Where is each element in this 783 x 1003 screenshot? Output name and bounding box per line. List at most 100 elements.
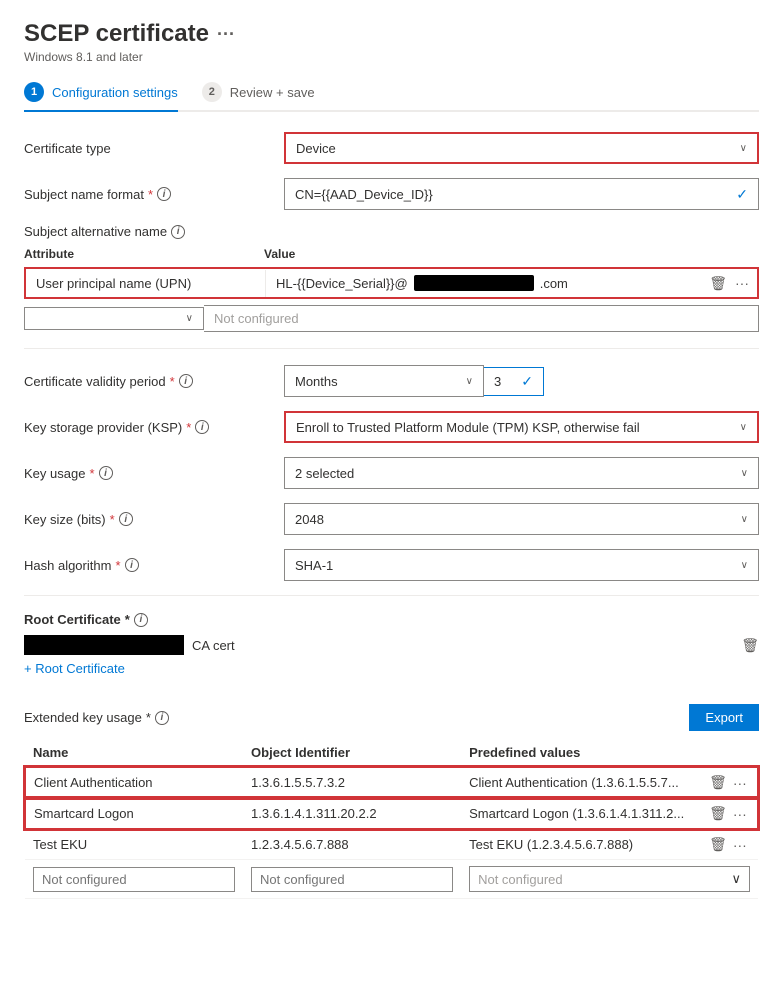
subject-name-format-dropdown[interactable]: CN={{AAD_Device_ID}} ✓ [284,178,759,210]
ksp-required: * [186,420,191,435]
eku-cell-oid: 1.3.6.1.4.1.311.20.2.2 [243,798,461,829]
eku-col-actions-header [701,739,758,767]
key-usage-row: Key usage * i 2 selected ∨ [24,457,759,489]
san-add-chevron-icon: ∨ [186,313,193,324]
certificate-type-control: Device ∨ [284,132,759,164]
hash-info-icon[interactable]: i [125,558,139,572]
key-size-control: 2048 ∨ [284,503,759,535]
eku-info-icon[interactable]: i [155,711,169,725]
validity-period-row: Certificate validity period * i Months ∨… [24,365,759,397]
root-cert-redacted [24,635,184,655]
eku-more-icon[interactable]: ··· [733,837,747,853]
eku-header-row: Extended key usage * i Export [24,704,759,731]
page-title: SCEP certificate [24,20,209,48]
san-row-upn: User principal name (UPN) HL-{{Device_Se… [24,267,759,299]
key-size-required: * [110,512,115,527]
ellipsis-menu[interactable]: ··· [217,24,235,45]
root-cert-info-icon[interactable]: i [134,613,148,627]
san-delete-icon[interactable]: 🗑 [709,275,727,292]
certificate-type-label: Certificate type [24,141,284,156]
ksp-info-icon[interactable]: i [195,420,209,434]
certificate-type-value: Device [296,141,336,156]
san-val-upn: HL-{{Device_Serial}}@ .com [266,269,701,297]
tab-2-circle: 2 [202,82,222,102]
eku-cell-oid: 1.3.6.1.5.5.7.3.2 [243,767,461,798]
key-usage-info-icon[interactable]: i [99,466,113,480]
san-attr-header: Attribute [24,247,264,261]
validity-unit-value: Months [295,374,338,389]
eku-delete-icon[interactable]: 🗑 [709,774,727,791]
wizard-tabs: 1 Configuration settings 2 Review + save [24,82,759,112]
add-root-cert-link[interactable]: + Root Certificate [24,661,125,676]
key-size-label: Key size (bits) * i [24,512,284,527]
key-usage-dropdown[interactable]: 2 selected ∨ [284,457,759,489]
export-button[interactable]: Export [689,704,759,731]
subject-name-info-icon[interactable]: i [157,187,171,201]
ksp-dropdown[interactable]: Enroll to Trusted Platform Module (TPM) … [284,411,759,443]
san-val-suffix: .com [540,276,568,291]
validity-info-icon[interactable]: i [179,374,193,388]
eku-more-icon[interactable]: ··· [733,806,747,822]
eku-col-oid-header: Object Identifier [243,739,461,767]
eku-label: Extended key usage * i [24,710,169,725]
required-marker: * [148,187,153,202]
root-cert-section: Root Certificate * i CA cert 🗑 + Root Ce… [24,612,759,690]
validity-chevron-icon: ∨ [466,376,473,387]
eku-add-predefined-placeholder: Not configured [478,872,563,887]
hash-dropdown[interactable]: SHA-1 ∨ [284,549,759,581]
eku-section: Extended key usage * i Export Name Objec… [24,704,759,899]
tab-1-label: Configuration settings [52,85,178,100]
validity-period-label: Certificate validity period * i [24,374,284,389]
hash-chevron-icon: ∨ [741,560,748,571]
eku-add-oid-cell [243,860,461,899]
san-more-icon[interactable]: ··· [735,275,749,291]
validity-number-value: 3 [494,374,501,389]
eku-table-header: Name Object Identifier Predefined values [25,739,758,767]
eku-delete-icon[interactable]: 🗑 [709,805,727,822]
divider-2 [24,595,759,596]
eku-add-oid-input[interactable] [251,867,453,892]
subject-name-format-value: CN={{AAD_Device_ID}} [295,187,433,202]
eku-cell-actions: 🗑 ··· [701,767,758,798]
eku-delete-icon[interactable]: 🗑 [709,836,727,853]
ksp-label: Key storage provider (KSP) * i [24,420,284,435]
hash-value: SHA-1 [295,558,333,573]
eku-cell-actions: 🗑 ··· [701,829,758,860]
tab-review[interactable]: 2 Review + save [202,82,315,110]
san-val-prefix: HL-{{Device_Serial}}@ [276,276,408,291]
san-info-icon[interactable]: i [171,225,185,239]
certificate-type-dropdown[interactable]: Device ∨ [284,132,759,164]
tab-configuration[interactable]: 1 Configuration settings [24,82,178,112]
key-size-row: Key size (bits) * i 2048 ∨ [24,503,759,535]
eku-cell-predefined: Smartcard Logon (1.3.6.1.4.1.311.2... [461,798,701,829]
eku-add-row: Not configured ∨ [25,860,758,899]
key-size-info-icon[interactable]: i [119,512,133,526]
validity-check-icon: ✓ [521,373,533,390]
chevron-down-icon: ∨ [740,143,747,154]
ksp-row: Key storage provider (KSP) * i Enroll to… [24,411,759,443]
eku-add-predefined-dropdown[interactable]: Not configured ∨ [469,866,750,892]
validity-row-inner: Months ∨ 3 ✓ [284,365,759,397]
ksp-chevron-icon: ∨ [740,422,747,433]
eku-more-icon[interactable]: ··· [733,775,747,791]
hash-algorithm-row: Hash algorithm * i SHA-1 ∨ [24,549,759,581]
key-size-dropdown[interactable]: 2048 ∨ [284,503,759,535]
validity-number-input[interactable]: 3 ✓ [484,367,544,396]
eku-cell-actions: 🗑 ··· [701,798,758,829]
eku-row: Client Authentication 1.3.6.1.5.5.7.3.2 … [25,767,758,798]
eku-cell-predefined: Client Authentication (1.3.6.1.5.5.7... [461,767,701,798]
san-add-value[interactable]: Not configured [204,305,759,332]
root-cert-item: CA cert 🗑 [24,635,759,655]
san-val-header: Value [264,247,759,261]
eku-add-chevron-icon: ∨ [731,871,741,887]
hash-control: SHA-1 ∨ [284,549,759,581]
eku-cell-name: Test EKU [25,829,243,860]
root-cert-delete-icon[interactable]: 🗑 [741,637,759,654]
validity-unit-dropdown[interactable]: Months ∨ [284,365,484,397]
key-size-value: 2048 [295,512,324,527]
eku-add-name-input[interactable] [33,867,235,892]
san-redacted [414,275,534,291]
divider-1 [24,348,759,349]
eku-required: * [146,710,151,725]
san-add-dropdown[interactable]: ∨ [24,307,204,330]
